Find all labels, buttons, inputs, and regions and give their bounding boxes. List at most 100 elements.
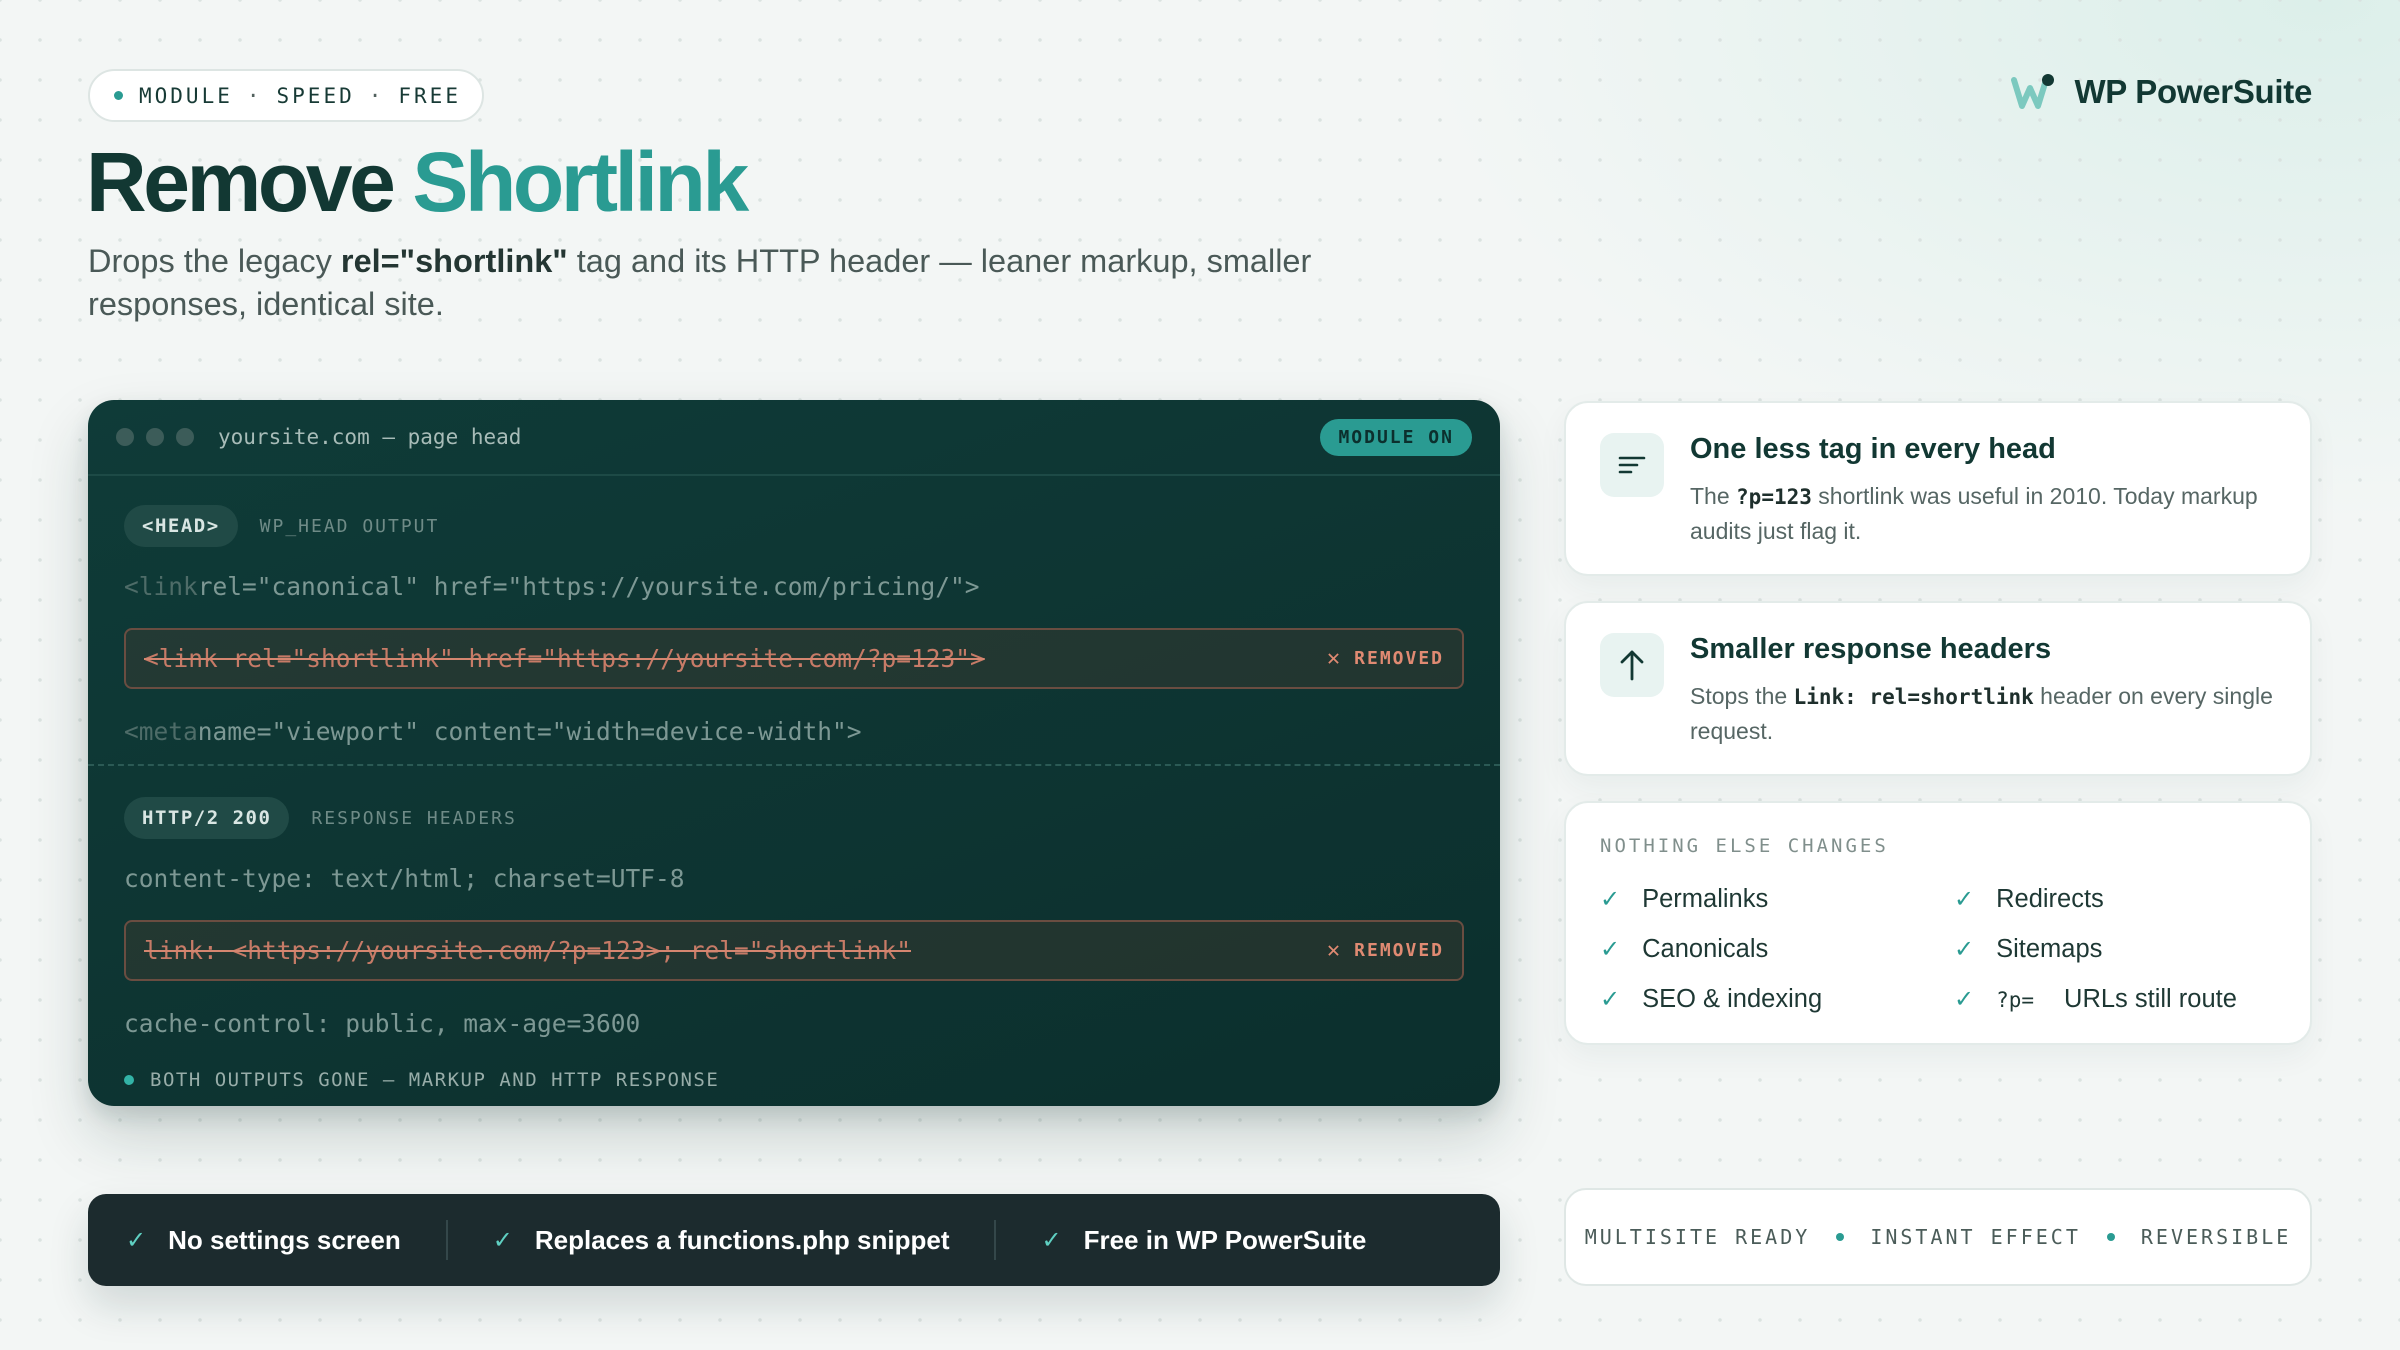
card-description: The ?p=123 shortlink was useful in 2010.… [1690,479,2290,548]
list-item-label: Canonicals [1642,935,1769,963]
page-title: Remove Shortlink [86,135,749,229]
list-item: ✓ SEO & indexing [1600,985,1822,1014]
head-section: <HEAD> WP_HEAD OUTPUT <link rel="canonic… [124,504,1464,751]
removed-badge: ✕ REMOVED [1327,938,1444,963]
feature-card-response-headers: Smaller response headers Stops the Link:… [1564,601,2312,776]
divider [994,1220,997,1260]
section-divider [88,764,1500,766]
desc-code: ?p=123 [1736,485,1812,509]
code-tag: <meta [124,716,198,746]
benefits-bar: ✓ No settings screen ✓ Replaces a functi… [88,1194,1500,1286]
pill-separator: · [246,83,263,108]
pill-speed: SPEED [276,83,355,108]
window-dot [116,428,134,446]
benefit-label: Replaces a functions.php snippet [534,1224,950,1255]
check-icon: ✓ [492,1226,513,1254]
badge-instant: INSTANT EFFECT [1870,1225,2081,1249]
http-section-label: RESPONSE HEADERS [311,807,517,829]
removed-label: REMOVED [1354,648,1444,669]
http-section-header: HTTP/2 200 RESPONSE HEADERS [124,796,1464,840]
removed-code: link: <https://yoursite.com/?p=123>; rel… [144,936,912,965]
window-dots [116,428,194,446]
status-dot [124,1075,134,1085]
card-description: Stops the Link: rel=shortlink header on … [1690,679,2290,748]
removed-badge: ✕ REMOVED [1327,646,1444,671]
list-item: ✓ Permalinks [1600,885,1768,914]
desc-code: Link: rel=shortlink [1793,685,2034,709]
nothing-else-label: NOTHING ELSE CHANGES [1600,835,1889,857]
benefit-label: No settings screen [168,1224,401,1255]
code-line-content-type: content-type: text/html; charset=UTF-8 [124,863,685,893]
desc-pre: Stops the [1690,683,1794,709]
separator-dot [2106,1233,2115,1241]
feature-card-one-less-tag: One less tag in every head The ?p=123 sh… [1564,401,2312,576]
removed-label: REMOVED [1354,940,1444,961]
close-icon: ✕ [1326,938,1343,963]
list-item-label: SEO & indexing [1642,985,1823,1013]
terminal-url: yoursite.com — page head [218,425,522,449]
check-icon: ✓ [1954,986,1975,1013]
window-dot [176,428,194,446]
subtitle-bold: rel="shortlink" [340,243,568,279]
page-subtitle: Drops the legacy rel="shortlink" tag and… [88,240,1388,326]
list-item: ✓ Redirects [1954,885,2104,914]
check-icon: ✓ [1600,886,1621,913]
code-line-viewport: <meta name="viewport" content="width=dev… [124,711,1464,751]
module-status-badge: MODULE ON [1320,418,1472,456]
title-accent: Shortlink [412,135,749,229]
list-item-label: URLs still route [2064,985,2237,1013]
list-item: ✓ Canonicals [1600,935,1768,964]
code-terminal: yoursite.com — page head MODULE ON <HEAD… [88,400,1500,1106]
http-tag: HTTP/2 200 [124,797,290,839]
category-pill: MODULE · SPEED · FREE [88,69,484,122]
card-title: One less tag in every head [1690,433,2056,465]
check-icon: ✓ [1954,936,1975,963]
removed-link-header: link: <https://yoursite.com/?p=123>; rel… [124,920,1464,981]
removed-shortlink-tag: <link rel="shortlink" href="https://your… [124,628,1464,689]
list-item-label: Permalinks [1642,885,1769,913]
close-icon: ✕ [1326,646,1343,671]
divider [445,1220,448,1260]
check-icon: ✓ [1600,986,1621,1013]
code-line-canonical: <link rel="canonical" href="https://your… [124,566,1464,606]
removed-code: <link rel="shortlink" href="https://your… [144,644,985,673]
lines-icon [1600,433,1664,497]
list-item-code: ?p= [1996,987,2035,1012]
code-attrs: rel="canonical" href="https://yoursite.c… [197,571,980,601]
benefit-label: Free in WP PowerSuite [1083,1224,1367,1255]
separator-dot [1836,1233,1845,1241]
subtitle-pre: Drops the legacy [88,243,341,279]
code-line-cache-control: cache-control: public, max-age=3600 [124,1008,641,1038]
arrow-up-icon [1600,633,1664,697]
card-title: Smaller response headers [1690,633,2052,665]
brand-logo-icon [2010,72,2056,112]
title-main: Remove [86,135,396,229]
code-tag: <link [124,571,198,601]
pill-module: MODULE [139,83,233,108]
head-section-header: <HEAD> WP_HEAD OUTPUT [124,504,1464,548]
brand-name: WP PowerSuite [2074,73,2312,110]
head-tag: <HEAD> [124,505,238,547]
benefit-item: ✓ Free in WP PowerSuite [1041,1225,1366,1256]
check-icon: ✓ [126,1226,147,1254]
window-dot [146,428,164,446]
pill-free: FREE [398,83,461,108]
http-section: HTTP/2 200 RESPONSE HEADERS content-type… [124,796,1464,1091]
check-icon: ✓ [1954,886,1975,913]
footnote-text: BOTH OUTPUTS GONE — MARKUP AND HTTP RESP… [150,1069,720,1091]
list-item-label: Redirects [1996,885,2104,913]
list-item-label: Sitemaps [1996,935,2103,963]
check-icon: ✓ [1041,1226,1062,1254]
check-icon: ✓ [1600,936,1621,963]
terminal-titlebar: yoursite.com — page head MODULE ON [88,400,1500,476]
list-item: ✓ Sitemaps [1954,935,2102,964]
terminal-footnote: BOTH OUTPUTS GONE — MARKUP AND HTTP RESP… [124,1069,1464,1091]
badge-multisite: MULTISITE READY [1584,1225,1811,1249]
code-attrs: name="viewport" content="width=device-wi… [197,716,862,746]
benefit-item: ✓ Replaces a functions.php snippet [493,1225,950,1256]
pill-dot [114,91,123,100]
head-section-label: WP_HEAD OUTPUT [259,515,440,537]
badge-reversible: REVERSIBLE [2140,1225,2292,1249]
benefit-item: ✓ No settings screen [126,1225,401,1256]
desc-pre: The [1690,483,1737,509]
